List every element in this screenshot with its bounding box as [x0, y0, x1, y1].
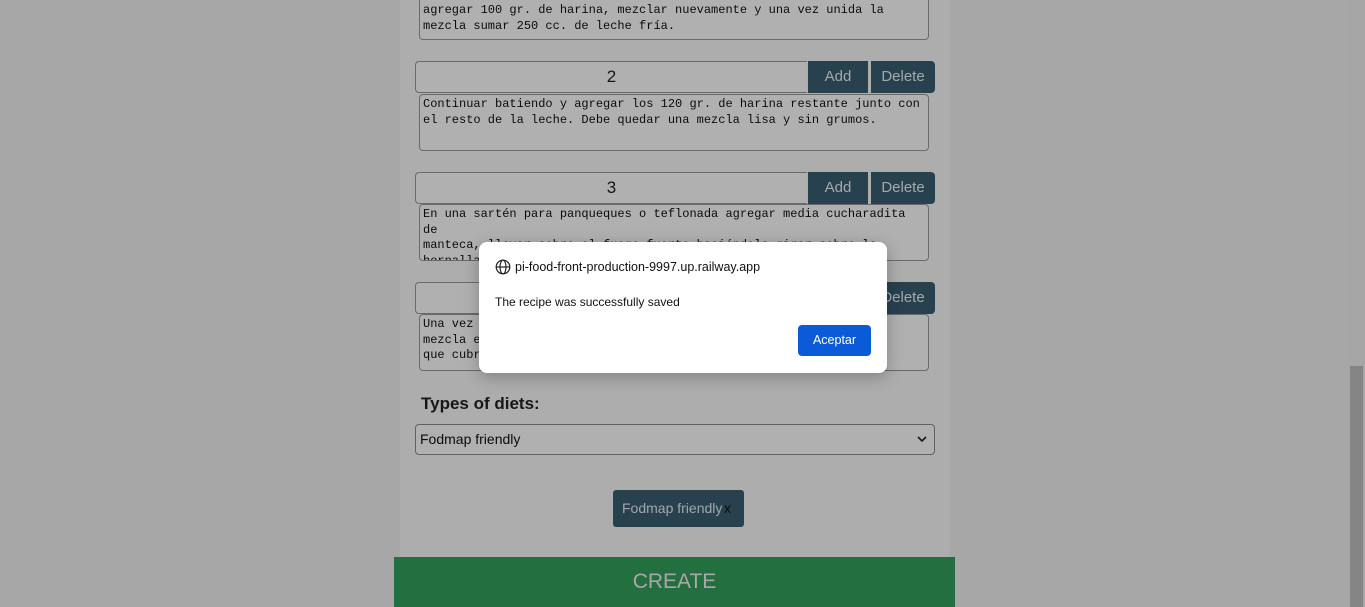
globe-icon — [495, 259, 511, 275]
dialog-message: The recipe was successfully saved — [495, 295, 680, 309]
alert-dialog: pi-food-front-production-9997.up.railway… — [479, 242, 887, 373]
dialog-origin: pi-food-front-production-9997.up.railway… — [515, 260, 761, 274]
accept-button[interactable]: Aceptar — [798, 325, 871, 356]
